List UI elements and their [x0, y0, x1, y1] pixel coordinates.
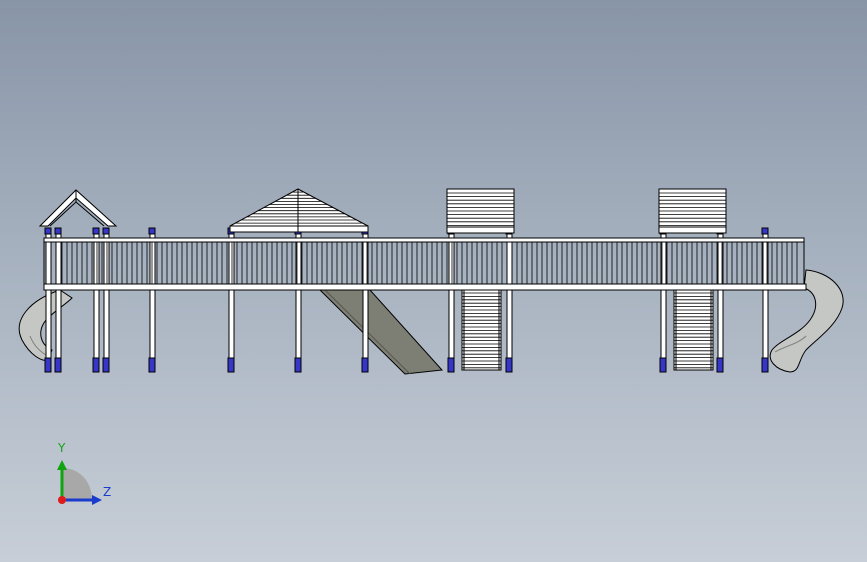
- straight-slide: [318, 289, 444, 375]
- deck-beam: [43, 283, 807, 291]
- triad-z-label: Z: [103, 485, 112, 499]
- deck-railing: [43, 237, 805, 285]
- orientation-triad[interactable]: [57, 460, 102, 505]
- box-roof-2: [658, 188, 727, 234]
- stair-1: [461, 289, 502, 371]
- playground-model[interactable]: [0, 0, 867, 562]
- triad-y-label: Y: [58, 441, 66, 455]
- left-gable-roof: [38, 189, 118, 227]
- stair-2: [673, 289, 714, 371]
- center-hip-roof: [229, 188, 369, 233]
- box-roof-1: [446, 188, 515, 234]
- graphics-viewport[interactable]: Y Z: [0, 0, 867, 562]
